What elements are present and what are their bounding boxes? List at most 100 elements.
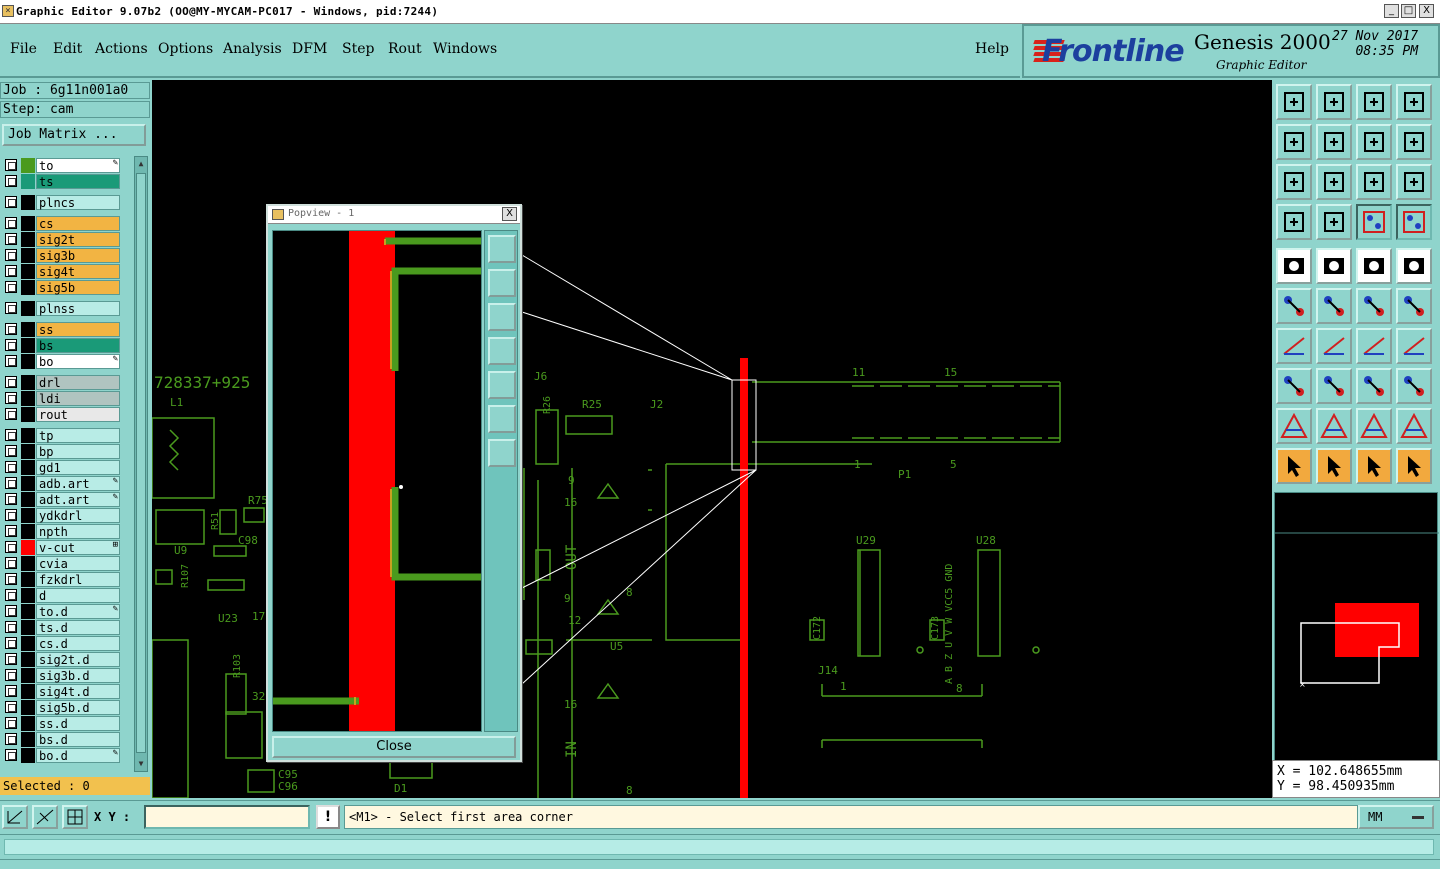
units-selector[interactable]: MM	[1358, 805, 1434, 829]
layer-row-ts[interactable]: ts	[2, 174, 120, 189]
measure-mode-icon[interactable]	[32, 805, 58, 829]
scale-1-2-icon[interactable]	[1356, 164, 1392, 200]
layer-name[interactable]: gd1	[36, 460, 120, 475]
key-icon[interactable]	[1316, 204, 1352, 240]
layer-name[interactable]: sig5b	[36, 280, 120, 295]
layer-color-swatch[interactable]	[21, 407, 35, 422]
layer-row-bs.d[interactable]: bs.d	[2, 732, 120, 747]
layer-color-swatch[interactable]	[21, 524, 35, 539]
close-window-button[interactable]: X	[1419, 4, 1434, 18]
layer-name[interactable]: rout	[36, 407, 120, 422]
layer-row-d[interactable]: d	[2, 588, 120, 603]
layer-color-swatch[interactable]	[21, 572, 35, 587]
layer-row-sig4t.d[interactable]: sig4t.d	[2, 684, 120, 699]
layer-row-ss[interactable]: ss	[2, 322, 120, 337]
layer-row-sig5b[interactable]: sig5b	[2, 280, 120, 295]
layer-color-swatch[interactable]	[21, 354, 35, 369]
layer-row-cvia[interactable]: cvia	[2, 556, 120, 571]
pointer-select-icon[interactable]	[1316, 448, 1352, 484]
menu-file[interactable]: File	[10, 41, 37, 57]
scroll-thumb[interactable]	[136, 173, 146, 753]
layer-checkbox[interactable]	[5, 477, 17, 489]
layer-color-swatch[interactable]	[21, 232, 35, 247]
grid-mode-icon[interactable]	[62, 805, 88, 829]
select-area-icon[interactable]	[1316, 248, 1352, 284]
menu-step[interactable]: Step	[342, 41, 374, 57]
layer-checkbox[interactable]	[5, 233, 17, 245]
popview-zoom-in-icon[interactable]	[488, 405, 516, 433]
polygon-icon[interactable]	[1276, 408, 1312, 444]
layer-checkbox[interactable]	[5, 669, 17, 681]
pan-right-icon[interactable]	[1316, 124, 1352, 160]
warning-button[interactable]: !	[316, 805, 340, 829]
layer-row-ldi[interactable]: ldi	[2, 391, 120, 406]
layer-color-swatch[interactable]	[21, 322, 35, 337]
layer-checkbox[interactable]	[5, 445, 17, 457]
line-draw-icon[interactable]	[1316, 328, 1352, 364]
snap-mode-icon[interactable]	[2, 805, 28, 829]
layer-row-sig2t.d[interactable]: sig2t.d	[2, 652, 120, 667]
pointer-rotate-icon[interactable]	[1356, 448, 1392, 484]
zoom-home-icon[interactable]	[1316, 164, 1352, 200]
menu-analysis[interactable]: Analysis	[223, 41, 282, 57]
layer-name[interactable]: drl	[36, 375, 120, 390]
layer-name[interactable]: ts	[36, 174, 120, 189]
layer-color-swatch[interactable]	[21, 195, 35, 210]
layer-name[interactable]: ss	[36, 322, 120, 337]
add-pad-icon[interactable]	[1276, 368, 1312, 404]
save-step-icon[interactable]	[1276, 84, 1312, 120]
layer-color-swatch[interactable]	[21, 158, 35, 173]
arc-icon[interactable]	[1356, 328, 1392, 364]
layer-row-sig5b.d[interactable]: sig5b.d	[2, 700, 120, 715]
layer-name[interactable]: sig4t	[36, 264, 120, 279]
layer-row-sig3b.d[interactable]: sig3b.d	[2, 668, 120, 683]
zoom-fit-icon[interactable]	[1276, 164, 1312, 200]
layer-color-swatch[interactable]	[21, 460, 35, 475]
layer-name[interactable]: adt.art	[36, 492, 120, 507]
line-move-icon[interactable]	[1316, 368, 1352, 404]
layer-row-gd1[interactable]: gd1	[2, 460, 120, 475]
layer-name[interactable]: tp	[36, 428, 120, 443]
layer-stack-icon[interactable]	[1356, 204, 1392, 240]
layer-color-swatch[interactable]	[21, 716, 35, 731]
layer-checkbox[interactable]	[5, 281, 17, 293]
layer-row-cs.d[interactable]: cs.d	[2, 636, 120, 651]
layer-checkbox[interactable]	[5, 339, 17, 351]
layer-row-cs[interactable]: cs	[2, 216, 120, 231]
layer-color-swatch[interactable]	[21, 508, 35, 523]
pad-feature-icon[interactable]	[1276, 248, 1312, 284]
layer-checkbox[interactable]	[5, 408, 17, 420]
connect-icon[interactable]	[1356, 288, 1392, 324]
layer-checkbox[interactable]	[5, 302, 17, 314]
help-icon[interactable]	[1396, 164, 1432, 200]
redraw-icon[interactable]	[1396, 124, 1432, 160]
layer-name[interactable]: sig4t.d	[36, 684, 120, 699]
layer-name[interactable]: sig2t.d	[36, 652, 120, 667]
maximize-button[interactable]: □	[1401, 4, 1416, 18]
xy-input[interactable]	[144, 805, 310, 829]
polygon-alt-icon[interactable]	[1316, 408, 1352, 444]
popview-close-x[interactable]: X	[502, 207, 517, 221]
layer-color-swatch[interactable]	[21, 620, 35, 635]
layer-checkbox[interactable]	[5, 573, 17, 585]
layer-color-swatch[interactable]	[21, 540, 35, 555]
polygon-cut-icon[interactable]	[1396, 408, 1432, 444]
layer-row-adb.art[interactable]: adb.art ✎	[2, 476, 120, 491]
layer-checkbox[interactable]	[5, 376, 17, 388]
layer-checkbox[interactable]	[5, 653, 17, 665]
layer-color-swatch[interactable]	[21, 636, 35, 651]
popview-pan-right-icon[interactable]	[488, 371, 516, 399]
layer-checkbox[interactable]	[5, 589, 17, 601]
layer-row-adt.art[interactable]: adt.art ✎	[2, 492, 120, 507]
layer-name[interactable]: ydkdrl	[36, 508, 120, 523]
layer-row-drl[interactable]: drl	[2, 375, 120, 390]
layer-checkbox[interactable]	[5, 249, 17, 261]
pan-left-icon[interactable]	[1276, 124, 1312, 160]
open-step-icon[interactable]	[1316, 84, 1352, 120]
layer-row-ts.d[interactable]: ts.d	[2, 620, 120, 635]
minimize-button[interactable]: _	[1384, 4, 1399, 18]
flip-icon[interactable]	[1356, 124, 1392, 160]
layer-color-swatch[interactable]	[21, 375, 35, 390]
pointer-icon[interactable]	[1276, 448, 1312, 484]
layer-name[interactable]: bs.d	[36, 732, 120, 747]
